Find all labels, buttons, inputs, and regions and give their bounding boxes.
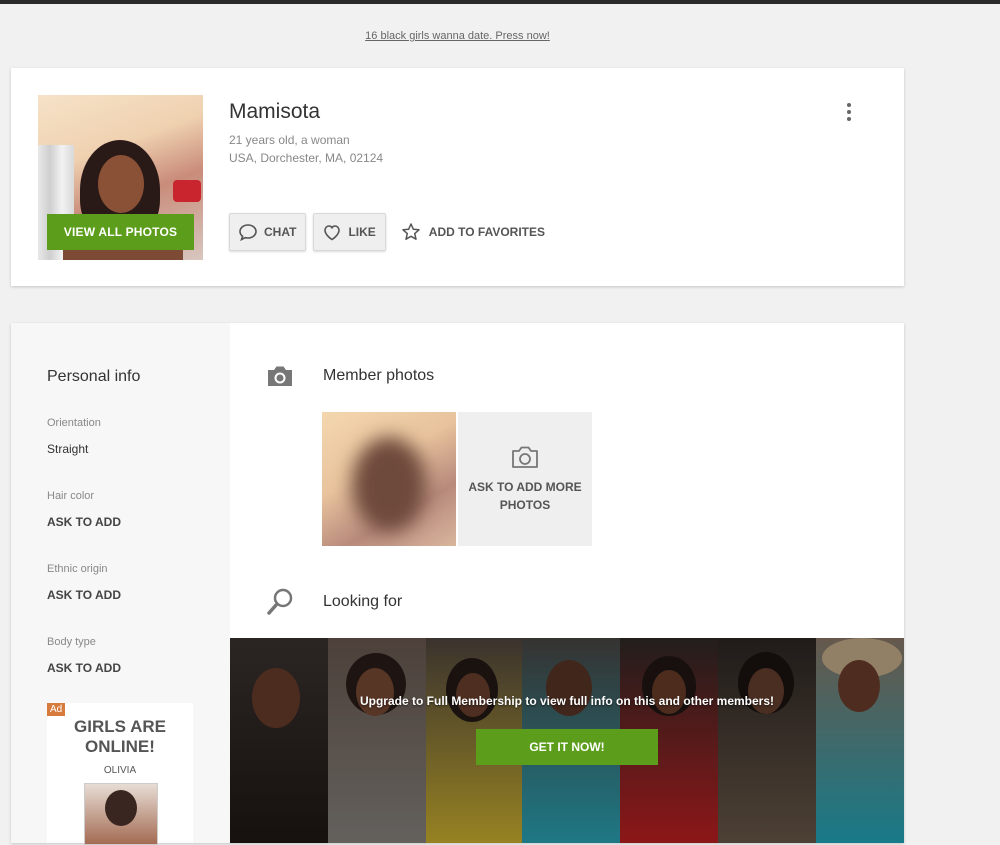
profile-name: Mamisota [229, 100, 321, 123]
personal-info-sidebar: Personal info Orientation Straight Hair … [11, 323, 230, 845]
upgrade-message: Upgrade to Full Membership to view full … [359, 694, 775, 708]
add-to-favorites-button[interactable]: ADD TO FAVORITES [401, 222, 545, 242]
ad-title: GIRLS ARE ONLINE! [74, 717, 166, 756]
ad-badge: Ad [47, 703, 66, 716]
like-button[interactable]: LIKE [313, 213, 386, 251]
search-icon [265, 586, 295, 621]
details-card: Personal info Orientation Straight Hair … [11, 323, 904, 845]
hair-color-label: Hair color [47, 490, 95, 502]
profile-card: VIEW ALL PHOTOS Mamisota 21 years old, a… [11, 68, 904, 286]
ethnic-origin-ask-link[interactable]: ASK TO ADD [47, 588, 121, 602]
member-photo-thumbnail[interactable] [322, 412, 456, 546]
get-it-now-button[interactable]: GET IT NOW! [476, 729, 658, 765]
ad-subtitle: OLIVIA [103, 765, 137, 776]
profile-avatar[interactable]: VIEW ALL PHOTOS [38, 95, 203, 260]
add-to-favorites-label: ADD TO FAVORITES [428, 225, 546, 239]
like-button-label: LIKE [348, 225, 376, 239]
chat-button-label: CHAT [264, 225, 297, 239]
body-type-ask-link[interactable]: ASK TO ADD [47, 661, 121, 675]
avatar-face [98, 155, 144, 213]
avatar-background-bag [173, 180, 201, 202]
heart-outline-icon [324, 225, 341, 241]
promo-link[interactable]: 16 black girls wanna date. Press now! [0, 30, 915, 42]
kebab-menu-icon[interactable] [845, 103, 853, 123]
chat-bubble-icon [239, 224, 257, 241]
star-outline-icon [402, 223, 420, 240]
profile-age-gender: 21 years old, a woman [229, 133, 350, 147]
member-photos-title: Member photos [323, 367, 435, 384]
orientation-value: Straight [47, 442, 89, 456]
chat-button[interactable]: CHAT [229, 213, 307, 251]
camera-outline-icon [512, 446, 538, 468]
profile-location: USA, Dorchester, MA, 02124 [229, 151, 384, 165]
profile-actions: CHAT LIKE ADD TO FAVORITES [229, 213, 545, 251]
camera-icon [265, 363, 295, 394]
body-type-label: Body type [47, 636, 96, 648]
ad-photo [84, 783, 158, 845]
ask-to-add-more-photos-label: ASK TO ADD MORE PHOTOS [468, 480, 582, 512]
ask-to-add-more-photos-button[interactable]: ASK TO ADD MORE PHOTOS [458, 412, 592, 546]
ad-banner[interactable]: Ad GIRLS ARE ONLINE! OLIVIA [47, 703, 193, 845]
personal-info-title: Personal info [47, 368, 141, 385]
looking-for-title: Looking for [323, 593, 403, 610]
profile-main-content: Member photos ASK TO ADD MORE PHOTOS Loo… [230, 323, 904, 843]
view-all-photos-button[interactable]: VIEW ALL PHOTOS [47, 214, 194, 250]
ethnic-origin-label: Ethnic origin [47, 563, 108, 575]
hair-color-ask-link[interactable]: ASK TO ADD [47, 515, 121, 529]
upgrade-gallery: Upgrade to Full Membership to view full … [230, 638, 904, 843]
top-bar [0, 0, 1000, 4]
orientation-label: Orientation [47, 417, 101, 429]
